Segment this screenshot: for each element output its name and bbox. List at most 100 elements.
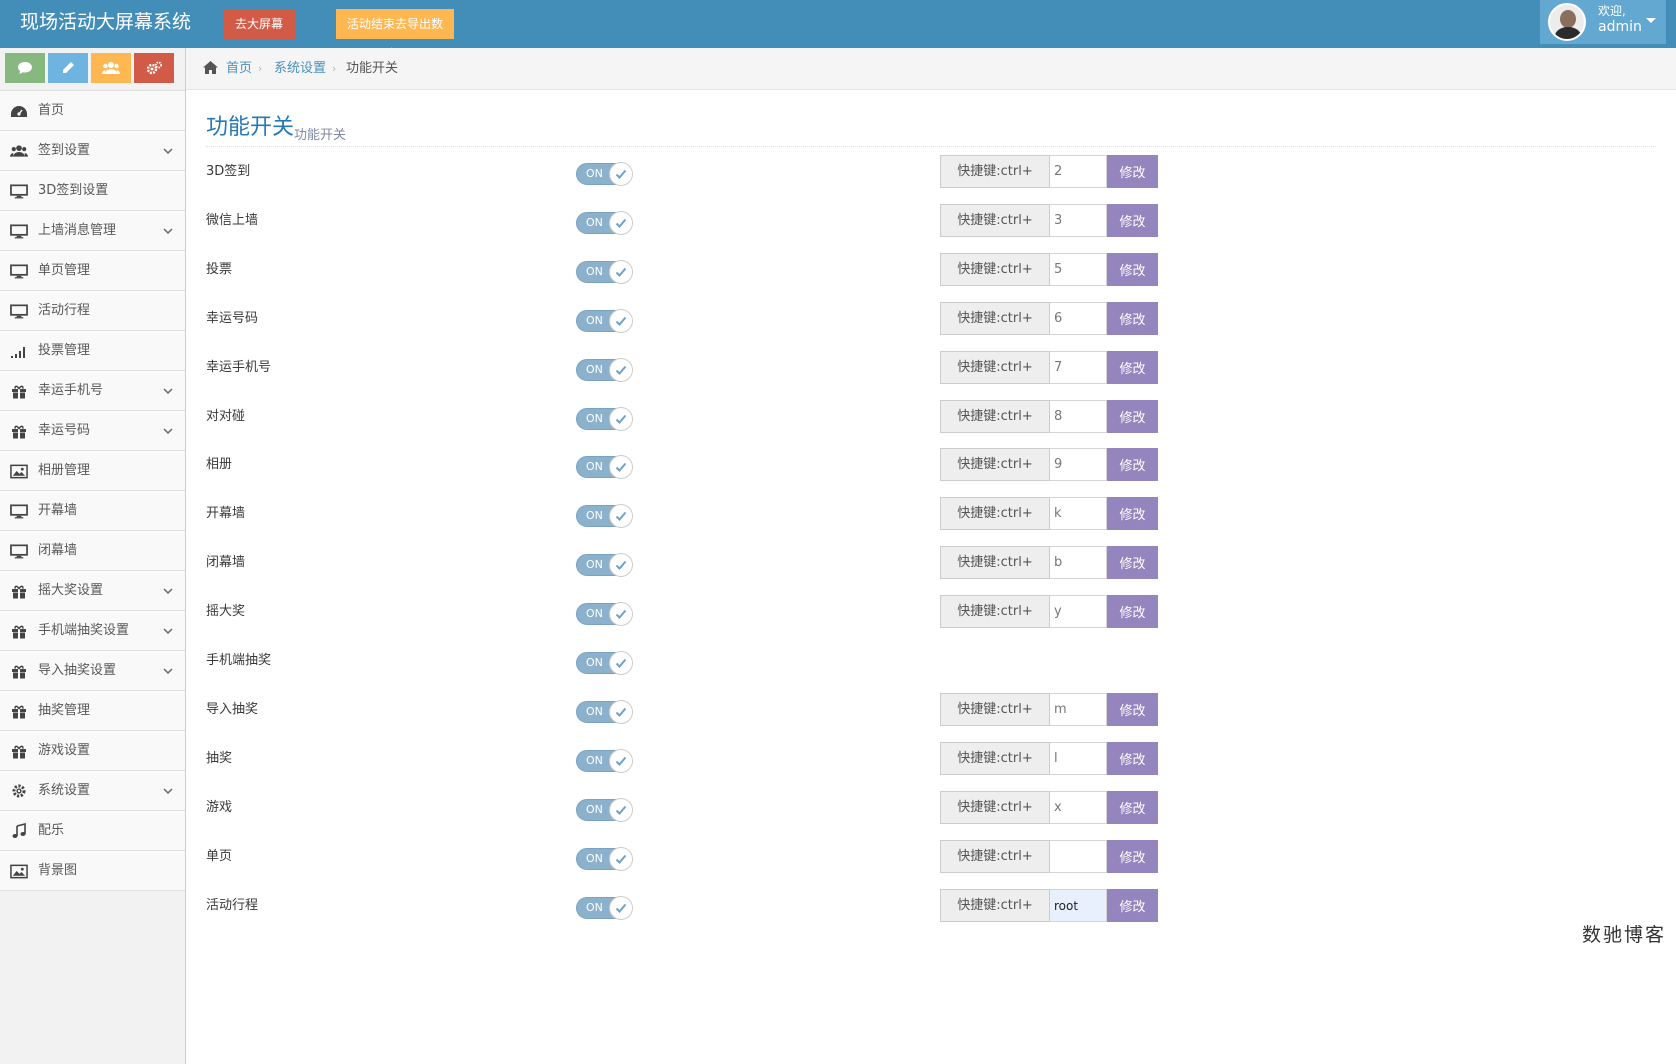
caret-down-icon[interactable] — [1646, 18, 1656, 23]
hotkey-input[interactable] — [1050, 448, 1107, 481]
feature-label: 摇大奖 — [206, 604, 246, 619]
sidebar-item[interactable]: 幸运号码 — [0, 411, 185, 451]
hotkey-input[interactable] — [1050, 693, 1107, 726]
sidebar-item[interactable]: 背景图 — [0, 851, 185, 891]
sidebar-item[interactable]: 闭幕墙 — [0, 531, 185, 571]
feature-toggle[interactable]: ON — [576, 896, 633, 920]
feature-label: 闭幕墙 — [206, 555, 246, 570]
modify-hotkey-button[interactable]: 修改 — [1107, 742, 1158, 775]
feature-toggle[interactable]: ON — [576, 260, 633, 284]
feature-row: 活动行程 ON 快捷键:ctrl+ 修改 — [206, 889, 1166, 929]
sidebar-item[interactable]: 单页管理 — [0, 251, 185, 291]
modify-hotkey-button[interactable]: 修改 — [1107, 693, 1158, 726]
hotkey-prefix: 快捷键:ctrl+ — [940, 791, 1050, 824]
users-icon[interactable] — [91, 53, 131, 83]
hotkey-input[interactable] — [1050, 351, 1107, 384]
feature-toggle[interactable]: ON — [576, 455, 633, 479]
feature-toggle[interactable]: ON — [576, 602, 633, 626]
modify-hotkey-button[interactable]: 修改 — [1107, 400, 1158, 433]
hotkey-input[interactable] — [1050, 742, 1107, 775]
sidebar-item[interactable]: 投票管理 — [0, 331, 185, 371]
sidebar-item[interactable]: 活动行程 — [0, 291, 185, 331]
hotkey-input[interactable] — [1050, 155, 1107, 188]
hotkey-input[interactable] — [1050, 791, 1107, 824]
sidebar-item[interactable]: 开幕墙 — [0, 491, 185, 531]
pencil-icon[interactable] — [48, 53, 88, 83]
sidebar-item[interactable]: 摇大奖设置 — [0, 571, 185, 611]
sidebar-item-label: 导入抽奖设置 — [38, 663, 117, 678]
hotkey-input[interactable] — [1050, 546, 1107, 579]
feature-toggle[interactable]: ON — [576, 162, 633, 186]
feature-toggle[interactable]: ON — [576, 407, 633, 431]
sidebar-item[interactable]: 抽奖管理 — [0, 691, 185, 731]
hotkey-input[interactable] — [1050, 400, 1107, 433]
check-icon — [609, 358, 633, 382]
hotkey-input[interactable] — [1050, 204, 1107, 237]
gift-icon — [10, 703, 28, 719]
hotkey-input[interactable] — [1050, 840, 1107, 873]
sidebar-item[interactable]: 签到设置 — [0, 131, 185, 171]
modify-hotkey-button[interactable]: 修改 — [1107, 840, 1158, 873]
hotkey-group: 快捷键:ctrl+ 修改 — [940, 351, 1158, 384]
modify-hotkey-button[interactable]: 修改 — [1107, 546, 1158, 579]
hotkey-group: 快捷键:ctrl+ 修改 — [940, 204, 1158, 237]
sidebar-item[interactable]: 配乐 — [0, 811, 185, 851]
user-menu[interactable]: 欢迎, admin — [1540, 0, 1666, 44]
modify-hotkey-button[interactable]: 修改 — [1107, 302, 1158, 335]
sidebar-item[interactable]: 游戏设置 — [0, 731, 185, 771]
welcome-text: 欢迎, — [1598, 4, 1626, 18]
feature-toggle[interactable]: ON — [576, 700, 633, 724]
check-icon — [609, 798, 633, 822]
modify-hotkey-button[interactable]: 修改 — [1107, 595, 1158, 628]
sidebar-item[interactable]: 系统设置 — [0, 771, 185, 811]
gift-icon — [10, 623, 28, 639]
hotkey-input[interactable] — [1050, 889, 1107, 922]
feature-label: 3D签到 — [206, 164, 251, 179]
toggle-state-text: ON — [586, 509, 603, 522]
hotkey-input[interactable] — [1050, 595, 1107, 628]
feature-toggle[interactable]: ON — [576, 504, 633, 528]
modify-hotkey-button[interactable]: 修改 — [1107, 889, 1158, 922]
sidebar-item-label: 开幕墙 — [38, 503, 78, 518]
modify-hotkey-button[interactable]: 修改 — [1107, 497, 1158, 530]
hotkey-input[interactable] — [1050, 253, 1107, 286]
modify-hotkey-button[interactable]: 修改 — [1107, 448, 1158, 481]
comment-icon[interactable] — [5, 53, 45, 83]
brand-title[interactable]: 现场活动大屏幕系统 — [20, 9, 191, 35]
sidebar-item-label: 系统设置 — [38, 783, 91, 798]
modify-hotkey-button[interactable]: 修改 — [1107, 204, 1158, 237]
modify-hotkey-button[interactable]: 修改 — [1107, 155, 1158, 188]
sidebar-item[interactable]: 相册管理 — [0, 451, 185, 491]
sidebar-item[interactable]: 导入抽奖设置 — [0, 651, 185, 691]
sidebar-item-label: 活动行程 — [38, 303, 91, 318]
feature-toggle[interactable]: ON — [576, 651, 633, 675]
sidebar-item[interactable]: 首页 — [0, 91, 185, 131]
sidebar-item-label: 首页 — [38, 103, 65, 118]
feature-toggle[interactable]: ON — [576, 749, 633, 773]
feature-toggle[interactable]: ON — [576, 553, 633, 577]
check-icon — [609, 407, 633, 431]
sidebar-item[interactable]: 3D签到设置 — [0, 171, 185, 211]
hotkey-input[interactable] — [1050, 302, 1107, 335]
breadcrumb-home-link[interactable]: 首页 — [226, 48, 252, 89]
sidebar-item[interactable]: 上墙消息管理 — [0, 211, 185, 251]
sidebar-item[interactable]: 手机端抽奖设置 — [0, 611, 185, 651]
feature-toggle[interactable]: ON — [576, 798, 633, 822]
feature-toggle[interactable]: ON — [576, 358, 633, 382]
feature-toggle[interactable]: ON — [576, 309, 633, 333]
sidebar-item[interactable]: 幸运手机号 — [0, 371, 185, 411]
hotkey-prefix: 快捷键:ctrl+ — [940, 302, 1050, 335]
modify-hotkey-button[interactable]: 修改 — [1107, 791, 1158, 824]
feature-toggle[interactable]: ON — [576, 847, 633, 871]
modify-hotkey-button[interactable]: 修改 — [1107, 351, 1158, 384]
cogs-icon[interactable] — [134, 53, 174, 83]
modify-hotkey-button[interactable]: 修改 — [1107, 253, 1158, 286]
hotkey-input[interactable] — [1050, 497, 1107, 530]
home-icon[interactable] — [202, 60, 219, 80]
chevron-down-icon — [163, 384, 173, 395]
breadcrumb-parent-link[interactable]: 系统设置 — [274, 48, 326, 89]
feature-toggle[interactable]: ON — [576, 211, 633, 235]
check-icon — [609, 847, 633, 871]
go-big-screen-button[interactable]: 去大屏幕界面 — [223, 9, 295, 61]
export-data-button[interactable]: 活动结束去导出数据 — [336, 9, 454, 61]
